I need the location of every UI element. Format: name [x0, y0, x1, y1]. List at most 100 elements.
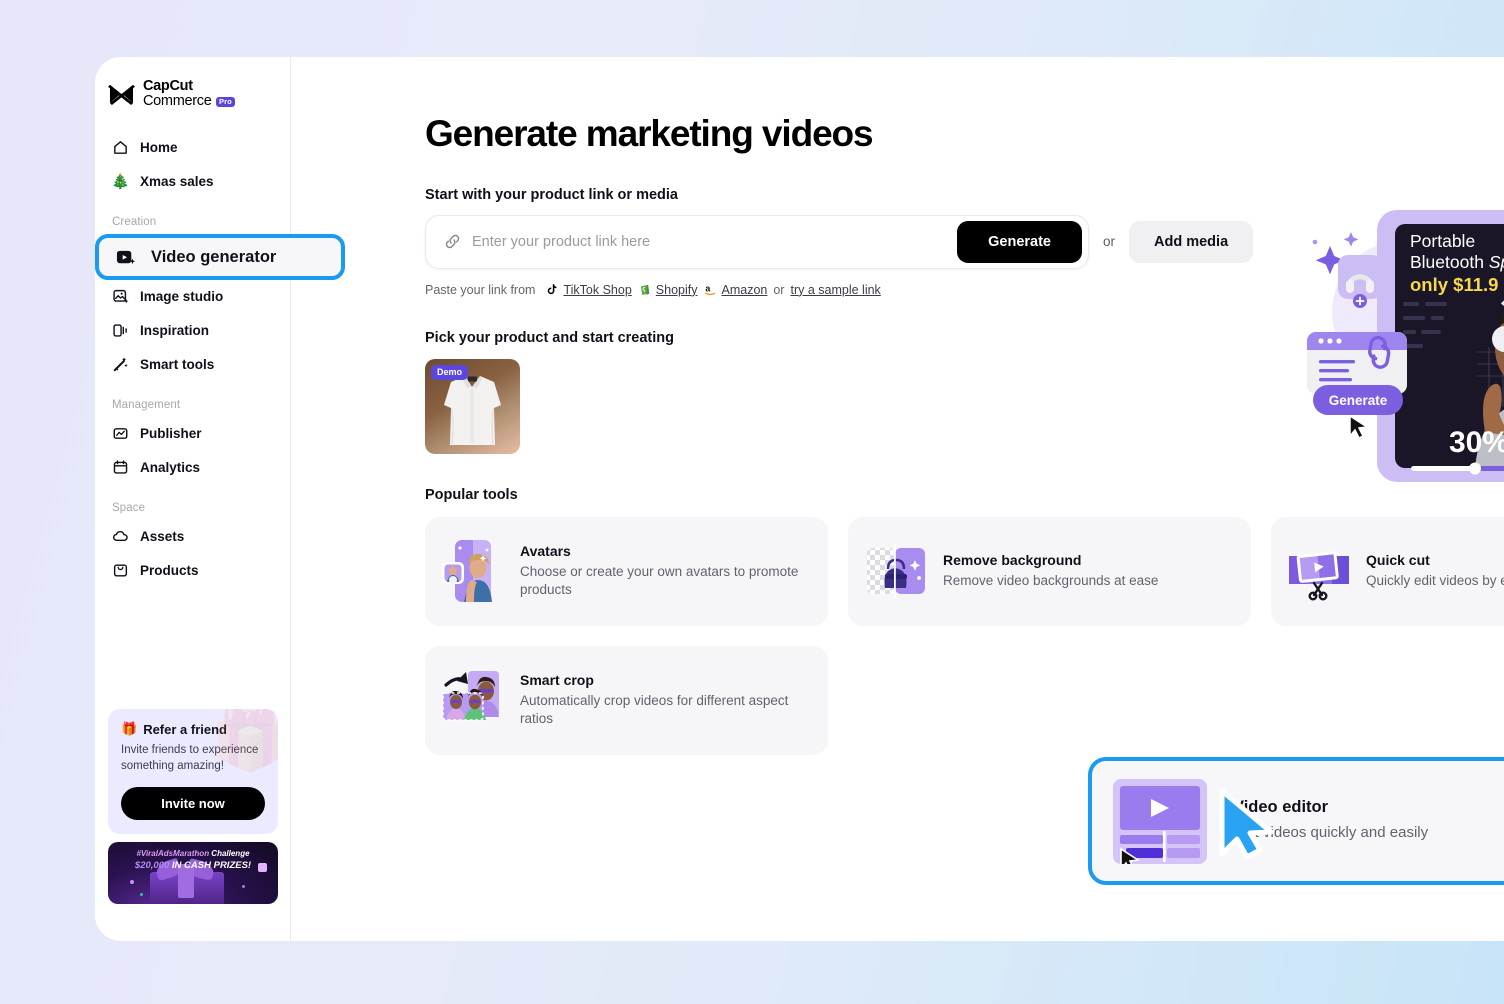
- capcut-logo-icon: [108, 84, 135, 105]
- challenge-amount: $20,000: [134, 860, 170, 871]
- sidebar-item-smart-tools[interactable]: Smart tools: [103, 348, 282, 382]
- sidebar-item-inspiration[interactable]: Inspiration: [103, 314, 282, 348]
- challenge-line2: $20,000 IN CASH PRIZES!: [108, 860, 278, 871]
- sidebar-group-label-space: Space: [112, 501, 146, 514]
- sidebar-item-products[interactable]: Products: [103, 554, 282, 588]
- tool-desc: Automatically crop videos for different …: [520, 692, 789, 727]
- christmas-tree-icon: 🎄: [111, 173, 130, 191]
- brand-logo-block[interactable]: CapCut Commerce Pro: [95, 57, 290, 109]
- inspiration-icon: [112, 322, 129, 339]
- cloud-icon: [112, 528, 129, 545]
- source-link-amazon[interactable]: a Amazon: [704, 282, 768, 297]
- product-link-field[interactable]: Generate: [425, 214, 1089, 269]
- calendar-icon: [112, 459, 129, 476]
- sidebar-item-label: Publisher: [140, 426, 202, 442]
- tool-card-smart-crop[interactable]: Smart crop Automatically crop videos for…: [425, 645, 828, 755]
- svg-text:a: a: [705, 284, 710, 294]
- tool-card-quick-cut[interactable]: Quick cut Quickly edit videos by editing…: [1271, 516, 1504, 626]
- quick-cut-art: [1288, 540, 1350, 602]
- amazon-icon: a: [704, 284, 715, 296]
- challenge-line1: #ViralAdsMarathon Challenge: [108, 849, 278, 858]
- sidebar-item-assets[interactable]: Assets: [103, 520, 282, 554]
- tool-card-remove-background[interactable]: Remove background Remove video backgroun…: [848, 516, 1251, 626]
- gift-icon: 🎁: [121, 721, 138, 737]
- refer-card-title: Refer a friend: [143, 721, 227, 737]
- sidebar-item-image-studio[interactable]: Image studio: [103, 280, 282, 314]
- remove-bg-art: [865, 540, 927, 602]
- sidebar-item-label: Image studio: [140, 289, 224, 305]
- brand-name-line2: Commerce: [143, 92, 212, 109]
- brand-name-line1: CapCut: [143, 78, 193, 94]
- sidebar-nav: Home 🎄 Xmas sales Creation Image studio: [95, 131, 290, 588]
- challenge-line1-rest: Challenge: [209, 849, 250, 858]
- source-link-label: TikTok Shop: [563, 282, 632, 297]
- refer-card-title-row: 🎁 Refer a friend: [121, 721, 265, 737]
- magic-wand-icon: [112, 356, 129, 373]
- or-separator-label: or: [1103, 234, 1116, 250]
- home-icon: [112, 139, 129, 156]
- video-editor-art: [1113, 778, 1207, 872]
- challenge-banner-card[interactable]: #ViralAdsMarathon Challenge $20,000 IN C…: [108, 842, 278, 904]
- refer-a-friend-card[interactable]: 🎁 🎁 Refer a friend Invite friends to exp…: [108, 709, 278, 834]
- confetti-dot: [130, 880, 134, 884]
- generate-button[interactable]: Generate: [957, 220, 1082, 263]
- source-link-label: Shopify: [655, 282, 698, 297]
- sidebar-item-xmas-sales[interactable]: 🎄 Xmas sales: [103, 165, 282, 199]
- add-media-button[interactable]: Add media: [1129, 220, 1254, 263]
- tool-card-video-editor[interactable]: Video editor Edit videos quickly and eas…: [1088, 757, 1504, 885]
- sidebar-item-video-generator[interactable]: Video generator: [95, 234, 345, 280]
- tool-name: Avatars: [520, 542, 571, 559]
- tool-desc: Quickly edit videos by editing text: [1366, 573, 1504, 589]
- challenge-line2-rest: IN CASH PRIZES!: [169, 860, 252, 871]
- tool-desc: Remove video backgrounds at ease: [943, 573, 1159, 589]
- search-input[interactable]: [472, 233, 958, 250]
- main-content: Portable Bluetooth Sp only $11.9: [291, 57, 1504, 941]
- paste-or-label: or: [773, 282, 785, 297]
- avatars-art: [442, 540, 504, 603]
- page-root: CapCut Commerce Pro Home 🎄 Xmas sales Cr…: [0, 0, 1504, 1004]
- paste-sources-row: Paste your link from TikTok Shop Shopify: [425, 283, 1504, 297]
- confetti-dot: [242, 885, 245, 888]
- product-section-label: Pick your product and start creating: [425, 329, 674, 346]
- product-thumbnail[interactable]: Demo: [425, 358, 520, 454]
- shopify-icon: [640, 285, 650, 296]
- tool-desc: Choose or create your own avatars to pro…: [520, 563, 799, 598]
- pro-badge: Pro: [215, 96, 236, 108]
- sidebar-group-label-management: Management: [112, 398, 181, 411]
- image-studio-icon: [112, 288, 129, 305]
- start-section-label: Start with your product link or media: [425, 186, 678, 203]
- sidebar-item-publisher[interactable]: Analytics: [103, 451, 282, 485]
- try-sample-link[interactable]: try a sample link: [790, 283, 880, 297]
- confetti-dot: [140, 893, 143, 896]
- link-icon: [444, 233, 461, 250]
- tool-desc: Edit videos quickly and easily: [1233, 824, 1429, 842]
- source-link-label: Amazon: [721, 282, 768, 297]
- sidebar-item-label: Smart tools: [140, 357, 215, 373]
- tiktok-icon: [548, 284, 557, 295]
- source-link-tiktok-shop[interactable]: TikTok Shop: [545, 282, 632, 297]
- sidebar: CapCut Commerce Pro Home 🎄 Xmas sales Cr…: [95, 57, 345, 941]
- sidebar-item-analytics[interactable]: Publisher: [103, 417, 282, 451]
- page-title: Generate marketing videos: [425, 113, 874, 154]
- invite-now-button[interactable]: Invite now: [121, 787, 265, 820]
- challenge-hashtag: #ViralAdsMarathon: [136, 849, 210, 858]
- sidebar-item-label: Home: [140, 140, 178, 156]
- tool-name: Video editor: [1233, 798, 1329, 817]
- tools-section-label: Popular tools: [425, 486, 518, 503]
- sidebar-item-label: Analytics: [140, 460, 201, 476]
- sidebar-item-label: Inspiration: [140, 323, 210, 339]
- source-link-shopify[interactable]: Shopify: [638, 283, 698, 297]
- refer-card-subtitle: Invite friends to experience something a…: [121, 744, 259, 773]
- sidebar-item-label: Assets: [140, 529, 185, 545]
- shirt-image: [444, 375, 501, 445]
- tool-name: Remove background: [943, 552, 1082, 569]
- sidebar-item-label: Xmas sales: [140, 174, 214, 190]
- popular-tools-grid: Avatars Choose or create your own avatar…: [425, 516, 1504, 755]
- video-generator-icon: [116, 247, 137, 268]
- product-box-icon: [112, 562, 129, 579]
- link-input-row: Generate or Add media: [425, 214, 1504, 269]
- analytics-icon: [112, 425, 129, 442]
- tool-name: Smart crop: [520, 671, 594, 688]
- sidebar-item-home[interactable]: Home: [103, 131, 282, 165]
- tool-card-avatars[interactable]: Avatars Choose or create your own avatar…: [425, 516, 828, 626]
